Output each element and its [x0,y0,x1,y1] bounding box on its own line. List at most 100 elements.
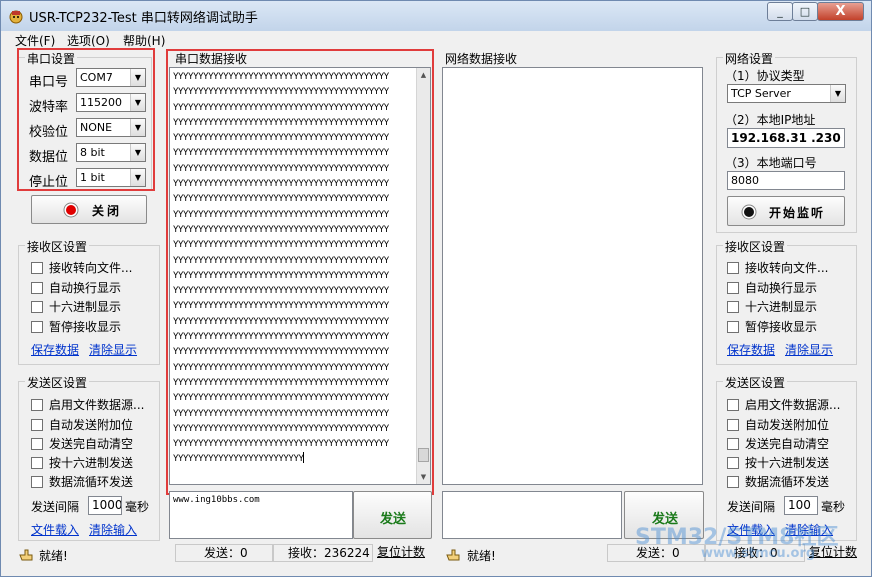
chevron-down-icon[interactable]: ▼ [130,144,145,161]
left-reset-count-cell: 复位计数 [373,544,433,562]
chevron-down-icon[interactable]: ▼ [130,119,145,136]
serial-tx-input[interactable]: www.ing10bbs.com [169,491,353,539]
scroll-up-icon[interactable]: ▲ [417,68,430,82]
checkbox-icon[interactable] [727,457,739,469]
right-tx-loop-checkbox[interactable]: 数据流循环发送 [727,473,829,489]
databits-select[interactable]: 8 bit ▼ [76,143,146,162]
checkbox-icon[interactable] [31,321,43,333]
title-bar[interactable]: USR-TCP232-Test 串口转网络调试助手 _ □ X [1,1,871,31]
right-rx-hex-checkbox[interactable]: 十六进制显示 [727,298,817,314]
left-status-receive-cell: 接收：236224 [273,544,373,562]
left-rx-hex-checkbox[interactable]: 十六进制显示 [31,298,121,314]
right-save-data-link[interactable]: 保存数据 [727,341,775,358]
serial-rx-line: YYYYYYYYYYYYYYYYYYYYYYYYYYYYYYYYYYYYYYYY… [173,72,389,82]
close-window-button[interactable]: X [817,2,864,21]
right-clear-display-link[interactable]: 清除显示 [785,341,833,358]
checkbox-icon[interactable] [727,438,739,450]
menu-file[interactable]: 文件(F) [15,32,55,49]
text-caret [303,452,305,464]
left-status-send: 发送：0 [204,546,248,560]
serial-rx-line: YYYYYYYYYYYYYYYYYYYYYYYYYYYYYYYYYYYYYYYY… [173,117,389,128]
baud-select[interactable]: 115200 ▼ [76,93,146,112]
left-clear-display-link[interactable]: 清除显示 [89,341,137,358]
left-rx-to-file-label: 接收转向文件... [49,261,133,275]
databits-value: 8 bit [80,146,105,159]
right-tx-append-checkbox[interactable]: 自动发送附加位 [727,416,829,432]
parity-select[interactable]: NONE ▼ [76,118,146,137]
app-window: USR-TCP232-Test 串口转网络调试助手 _ □ X 文件(F) 选项… [0,0,872,577]
right-rx-to-file-checkbox[interactable]: 接收转向文件... [727,259,828,275]
net-tx-input[interactable] [442,491,622,539]
checkbox-icon[interactable] [727,399,739,411]
checkbox-icon[interactable] [31,399,43,411]
net-rx-area[interactable] [442,67,703,485]
record-indicator-icon [741,204,757,220]
chevron-down-icon[interactable]: ▼ [830,85,845,102]
checkbox-icon[interactable] [727,282,739,294]
checkbox-icon[interactable] [31,438,43,450]
right-tx-file-source-checkbox[interactable]: 启用文件数据源... [727,396,840,412]
left-rx-pause-checkbox[interactable]: 暂停接收显示 [31,318,121,334]
right-tx-hex-checkbox[interactable]: 按十六进制发送 [727,454,829,470]
chevron-down-icon[interactable]: ▼ [130,169,145,186]
left-send-settings-title: 发送区设置 [25,374,90,391]
checkbox-icon[interactable] [727,476,739,488]
checkbox-icon[interactable] [727,301,739,313]
left-tx-autoclear-checkbox[interactable]: 发送完自动清空 [31,435,133,451]
serial-rx-line: YYYYYYYYYYYYYYYYYYYYYYYYYYYYYYYYYYYYYYYY… [173,439,389,450]
serial-rx-line: YYYYYYYYYYYYYYYYYYYYYYYYYY [173,452,305,465]
scroll-thumb[interactable] [418,448,429,462]
left-rx-wrap-checkbox[interactable]: 自动换行显示 [31,279,121,295]
checkbox-icon[interactable] [31,301,43,313]
right-tx-loop-label: 数据流循环发送 [745,475,830,489]
chevron-down-icon[interactable]: ▼ [130,69,145,86]
checkbox-icon[interactable] [31,476,43,488]
ip-label: （2）本地IP地址 [725,113,816,127]
left-tx-append-checkbox[interactable]: 自动发送附加位 [31,416,133,432]
parity-label: 校验位 [29,125,69,140]
right-send-settings-title: 发送区设置 [723,374,788,391]
left-interval-input[interactable]: 1000 [88,496,122,515]
ip-input[interactable]: 192.168.31 .230 [727,128,845,148]
left-rx-to-file-checkbox[interactable]: 接收转向文件... [31,259,132,275]
right-rx-wrap-checkbox[interactable]: 自动换行显示 [727,279,817,295]
right-tx-autoclear-checkbox[interactable]: 发送完自动清空 [727,435,829,451]
serial-send-button[interactable]: 发送 [353,491,432,539]
chevron-down-icon[interactable]: ▼ [130,94,145,111]
stopbits-select[interactable]: 1 bit ▼ [76,168,146,187]
serial-rx-line: YYYYYYYYYYYYYYYYYYYYYYYYYYYYYYYYYYYYYYYY… [173,194,389,205]
left-tx-hex-checkbox[interactable]: 按十六进制发送 [31,454,133,470]
start-listen-button[interactable]: 开始监听 [727,196,845,226]
serial-rx-line: YYYYYYYYYYYYYYYYYYYYYYYYYYYYYYYYYYYYYYYY… [173,362,389,373]
checkbox-icon[interactable] [31,282,43,294]
protocol-select[interactable]: TCP Server ▼ [727,84,846,103]
checkbox-icon[interactable] [31,262,43,274]
right-rx-pause-checkbox[interactable]: 暂停接收显示 [727,318,817,334]
checkbox-icon[interactable] [727,262,739,274]
left-tx-loop-checkbox[interactable]: 数据流循环发送 [31,473,133,489]
scroll-down-icon[interactable]: ▼ [417,470,430,484]
checkbox-icon[interactable] [31,457,43,469]
menu-help[interactable]: 帮助(H) [123,32,165,49]
close-port-label: 关闭 [92,204,123,218]
port-select[interactable]: COM7 ▼ [76,68,146,87]
left-status-receive: 接收：236224 [288,546,370,560]
right-interval-input[interactable]: 100 [784,496,818,515]
right-receive-settings-title: 接收区设置 [723,238,788,255]
maximize-button[interactable]: □ [792,2,818,21]
serial-rx-scrollbar[interactable]: ▲ ▼ [416,68,430,484]
checkbox-icon[interactable] [727,321,739,333]
left-tx-file-source-checkbox[interactable]: 启用文件数据源... [31,396,144,412]
menu-options[interactable]: 选项(O) [67,32,110,49]
serial-rx-area[interactable]: YYYYYYYYYYYYYYYYYYYYYYYYYYYYYYYYYYYYYYYY… [169,67,431,485]
close-port-button[interactable]: 关闭 [31,195,147,224]
local-port-input[interactable]: 8080 [727,171,845,190]
minimize-button[interactable]: _ [767,2,793,21]
stopbits-value: 1 bit [80,171,105,184]
left-reset-count-link[interactable]: 复位计数 [377,544,425,560]
left-load-file-link[interactable]: 文件载入 [31,521,79,538]
checkbox-icon[interactable] [31,419,43,431]
checkbox-icon[interactable] [727,419,739,431]
left-save-data-link[interactable]: 保存数据 [31,341,79,358]
left-clear-input-link[interactable]: 清除输入 [89,521,137,538]
